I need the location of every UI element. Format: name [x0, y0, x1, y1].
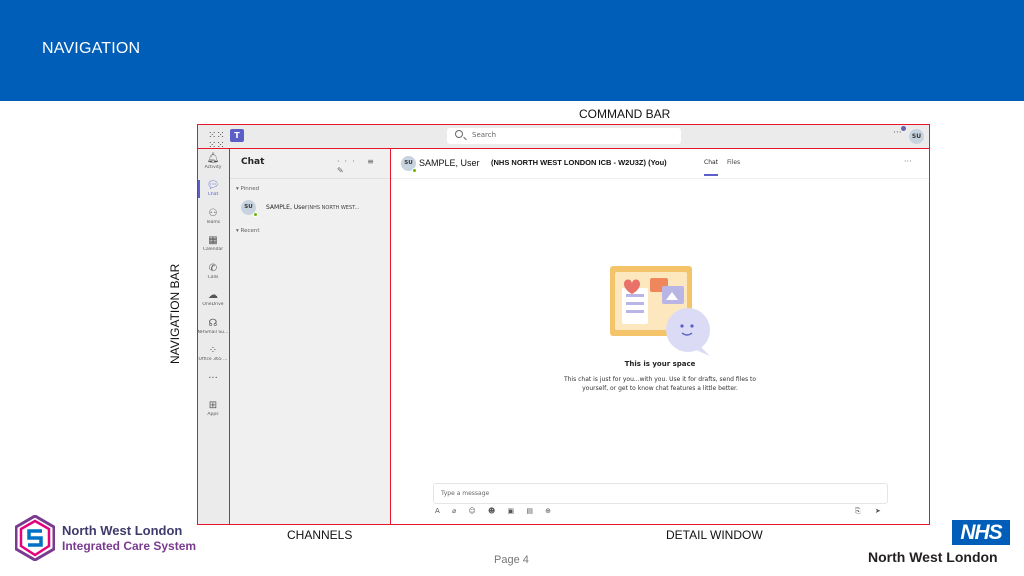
channels-highlight: [229, 148, 391, 525]
navigation-bar-highlight: [197, 148, 230, 525]
icb-subtitle: Integrated Care System: [62, 539, 197, 553]
nhs-region-name: North West London: [868, 549, 998, 565]
detail-window-highlight: [390, 148, 930, 525]
slide: NAVIGATION COMMAND BAR NAVIGATION BAR ⁙⁙…: [0, 0, 1024, 576]
command-bar-highlight: [197, 124, 930, 149]
command-bar-label: COMMAND BAR: [579, 107, 671, 121]
icb-logo-icon: [15, 515, 55, 561]
navigation-bar-label: NAVIGATION BAR: [168, 263, 182, 364]
slide-header: NAVIGATION: [0, 0, 1024, 101]
icb-name: North West London: [62, 523, 183, 538]
channels-label: CHANNELS: [287, 528, 353, 542]
slide-title: NAVIGATION: [42, 40, 141, 57]
nhs-logo: NHS: [952, 520, 1010, 545]
page-number: Page 4: [494, 554, 529, 566]
detail-window-label: DETAIL WINDOW: [666, 528, 763, 542]
